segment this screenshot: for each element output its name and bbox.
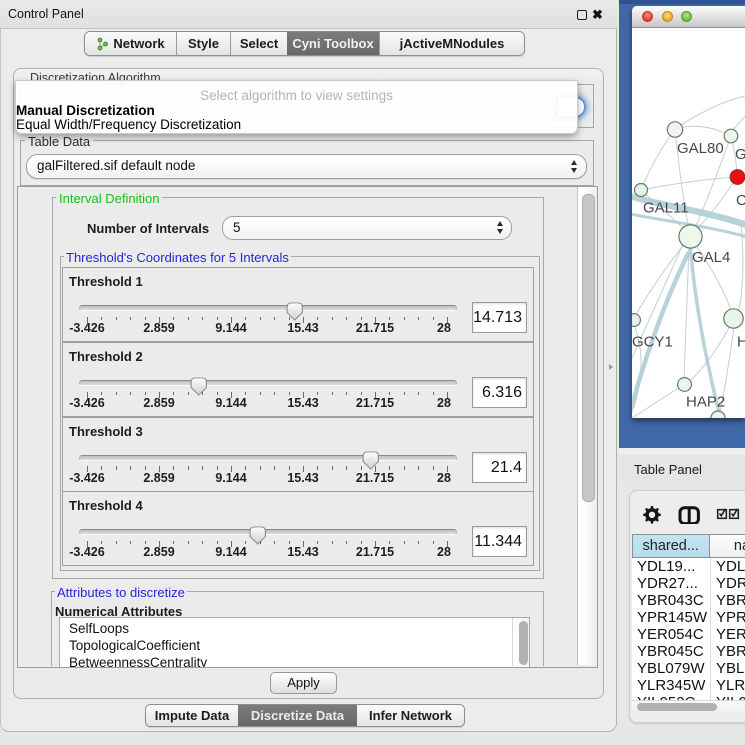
- svg-text:HAP2: HAP2: [686, 394, 725, 411]
- svg-text:GA: GA: [735, 146, 745, 163]
- svg-text:GAL4: GAL4: [692, 249, 730, 266]
- svg-text:C: C: [736, 192, 745, 209]
- svg-text:GAL80: GAL80: [677, 140, 724, 157]
- svg-text:GCY1: GCY1: [632, 334, 673, 351]
- svg-text:H: H: [737, 334, 745, 351]
- svg-text:GAL11: GAL11: [643, 200, 689, 217]
